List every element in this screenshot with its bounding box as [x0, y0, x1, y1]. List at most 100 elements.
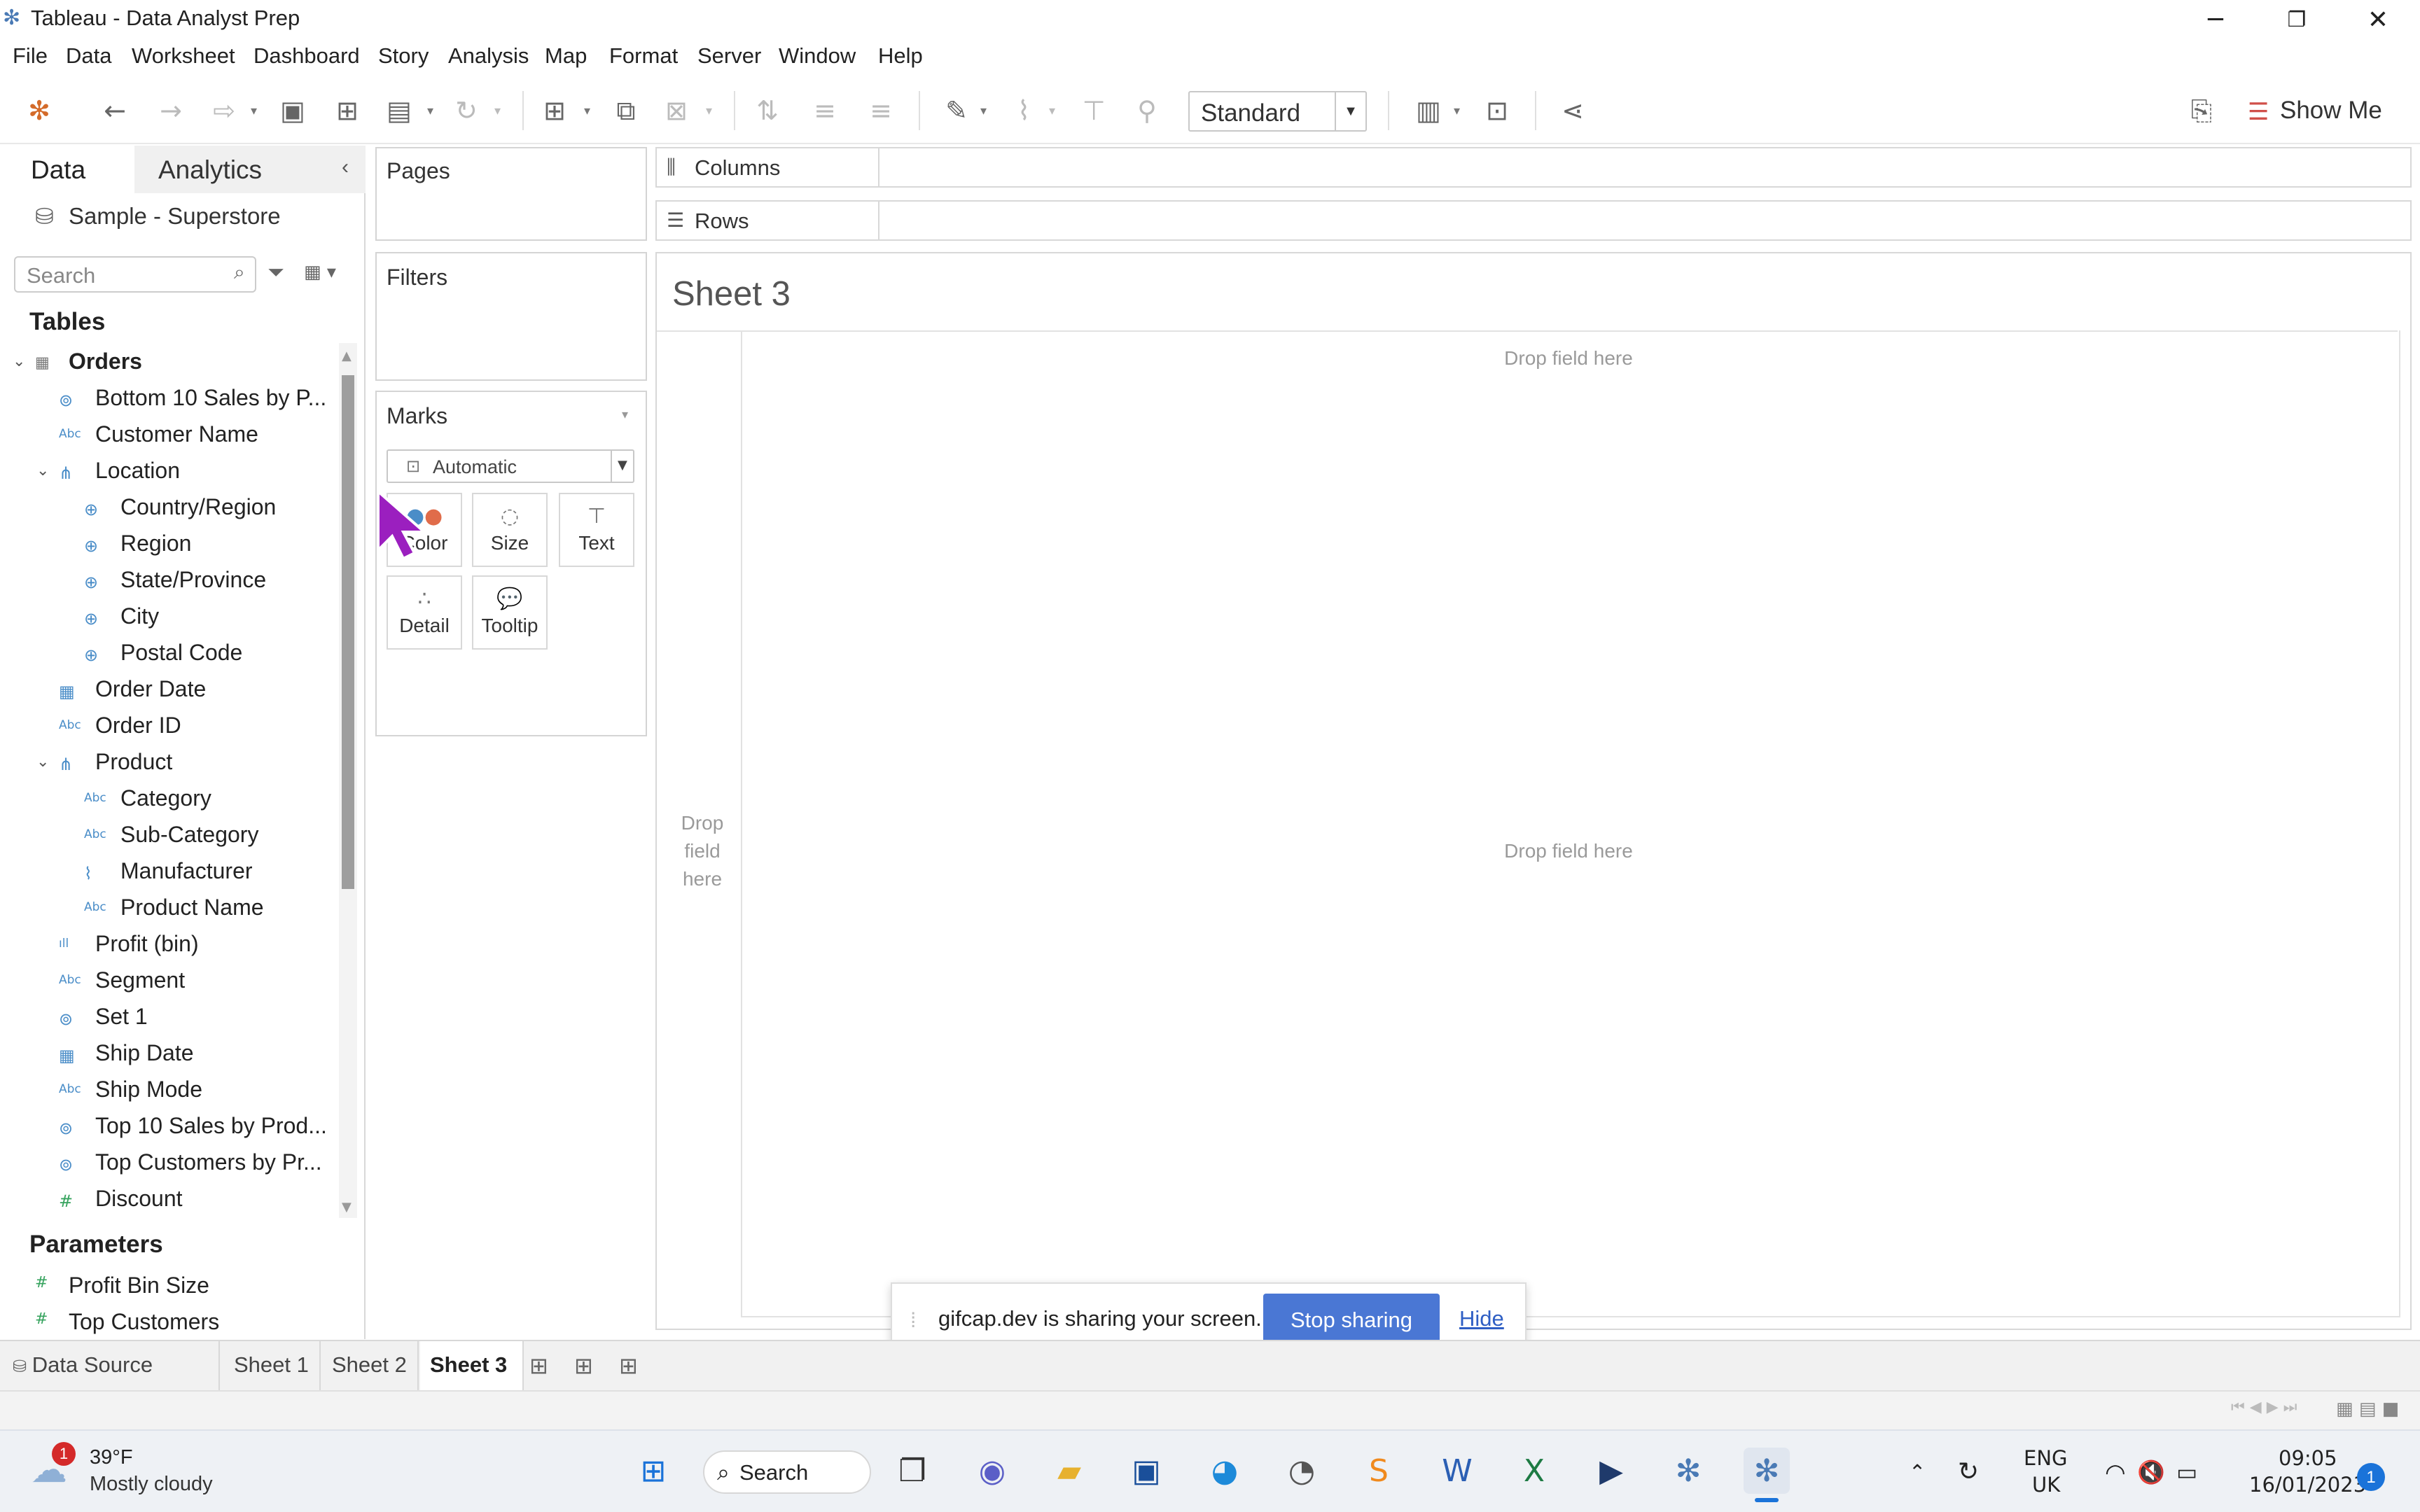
windows-start-icon[interactable]: ⊞ [630, 1448, 676, 1494]
text-button[interactable]: ⊤ Text [559, 493, 634, 567]
tableau-home-icon[interactable]: ✻ [21, 92, 57, 129]
scrollbar-thumb[interactable] [342, 375, 354, 889]
new-dashboard-icon[interactable]: ⊞ [574, 1352, 593, 1379]
show-hidden-icons-icon[interactable]: ⌃ [1909, 1460, 1926, 1484]
parameter-profit-bin-size[interactable]: Profit Bin Size [69, 1273, 209, 1298]
clear-sheet-icon[interactable]: ⊠ [658, 92, 695, 129]
new-datasource-icon[interactable]: ⊞ [329, 92, 366, 129]
redo-icon[interactable]: → [153, 92, 189, 129]
group-dropdown-icon[interactable]: ▾ [1049, 104, 1055, 118]
mark-type-select[interactable]: ⊡ Automatic ▼ [387, 449, 634, 483]
field-item[interactable]: Set 1 [95, 1004, 148, 1030]
microsoft-store-icon[interactable]: ▣ [1123, 1448, 1169, 1494]
format-workbook-icon[interactable]: ⎘ [2183, 92, 2220, 129]
refresh-icon[interactable]: ↻ [448, 92, 485, 129]
menu-file[interactable]: File [13, 43, 48, 69]
field-item[interactable]: Postal Code [120, 640, 242, 666]
duplicate-sheet-icon[interactable]: ⧉ [608, 92, 644, 129]
fit-select[interactable]: Standard ▼ [1188, 91, 1367, 132]
menu-analysis[interactable]: Analysis [448, 43, 529, 69]
minimize-button[interactable]: ─ [2175, 0, 2256, 39]
menu-story[interactable]: Story [378, 43, 429, 69]
tooltip-button[interactable]: 💬 Tooltip [472, 575, 548, 650]
field-item[interactable]: Region [120, 531, 191, 556]
sheet-sorter-icon[interactable]: ▦ ▤ ■ [2336, 1399, 2399, 1420]
field-item[interactable]: State/Province [120, 567, 266, 593]
field-item[interactable]: City [120, 603, 159, 629]
performance-icon[interactable]: ◔ [1279, 1448, 1325, 1494]
columns-shelf[interactable]: ⫼ Columns [655, 147, 2412, 188]
rows-shelf[interactable]: ☰ Rows [655, 200, 2412, 241]
excel-icon[interactable]: X [1511, 1448, 1557, 1494]
filters-card[interactable]: Filters [375, 252, 647, 381]
field-item[interactable]: Segment [95, 967, 185, 993]
marks-menu-icon[interactable]: ▾ [622, 407, 628, 422]
field-item[interactable]: Bottom 10 Sales by P... [95, 385, 326, 411]
edge-icon[interactable]: ◕ [1202, 1448, 1248, 1494]
menu-dashboard[interactable]: Dashboard [253, 43, 360, 69]
sublime-icon[interactable]: S [1356, 1448, 1402, 1494]
swap-rows-columns-icon[interactable]: ⇅ [749, 92, 786, 129]
field-item[interactable]: Top Customers by Pr... [95, 1149, 322, 1175]
field-search-input[interactable]: Search [14, 256, 256, 293]
close-button[interactable]: ✕ [2337, 0, 2419, 39]
drop-zone-center[interactable]: Drop field here [1428, 840, 1709, 862]
notification-badge[interactable]: 1 [2357, 1463, 2385, 1491]
menu-map[interactable]: Map [545, 43, 587, 69]
undo-icon[interactable]: ← [97, 92, 133, 129]
word-icon[interactable]: W [1434, 1448, 1480, 1494]
weather-desc[interactable]: Mostly cloudy [90, 1473, 213, 1496]
drag-handle-icon[interactable]: ⁞ [910, 1309, 916, 1333]
weather-temp[interactable]: 39°F [90, 1446, 133, 1469]
field-item[interactable]: Top 10 Sales by Prod... [95, 1113, 327, 1139]
tab-analytics[interactable]: Analytics [134, 146, 366, 193]
hide-link[interactable]: Hide [1459, 1306, 1504, 1331]
pages-card[interactable]: Pages [375, 147, 647, 241]
taskbar-search[interactable]: ⌕ Search [703, 1450, 871, 1494]
view-area[interactable] [655, 252, 2412, 1330]
show-cards-dropdown-icon[interactable]: ▾ [1454, 104, 1460, 118]
sheet-title[interactable]: Sheet 3 [672, 274, 791, 314]
field-item[interactable]: Manufacturer [120, 858, 253, 884]
group-members-icon[interactable]: ⌇ [1006, 92, 1042, 129]
clock-date[interactable]: 16/01/2023 [2249, 1473, 2366, 1497]
field-item[interactable]: Product Name [120, 895, 264, 920]
drop-zone-columns[interactable]: Drop field here [1428, 347, 1709, 370]
sort-ascending-icon[interactable]: ≡ [807, 92, 843, 129]
scroll-down-icon[interactable]: ▼ [342, 1200, 352, 1214]
tab-sheet-2[interactable]: Sheet 2 [322, 1341, 419, 1390]
field-item[interactable]: Sub-Category [120, 822, 258, 848]
fix-axes-icon[interactable]: ⚲ [1129, 92, 1165, 129]
view-options-icon[interactable]: ▦ ▾ [304, 262, 336, 283]
pause-dropdown-icon[interactable]: ▾ [427, 104, 433, 118]
scroll-up-icon[interactable]: ▲ [342, 349, 352, 363]
sync-icon[interactable]: ↻ [1958, 1457, 1979, 1486]
size-button[interactable]: ◌ Size [472, 493, 548, 567]
table-orders[interactable]: Orders [69, 349, 142, 374]
detail-button[interactable]: ∴ Detail [387, 575, 462, 650]
teams-chat-icon[interactable]: ◉ [969, 1448, 1015, 1494]
tab-sheet-3[interactable]: Sheet 3 [420, 1341, 524, 1390]
field-item[interactable]: Customer Name [95, 421, 258, 447]
chevron-down-icon[interactable]: ⌄ [36, 753, 49, 771]
presentation-mode-icon[interactable]: ⊡ [1479, 92, 1515, 129]
chevron-down-icon[interactable]: ⌄ [13, 353, 25, 370]
replay-icon[interactable]: ⇨ [206, 92, 242, 129]
clock-time[interactable]: 09:05 [2279, 1446, 2337, 1470]
language[interactable]: ENG [2024, 1446, 2068, 1470]
new-worksheet-icon[interactable]: ⊞ [529, 1352, 548, 1379]
collapse-pane-icon[interactable]: ‹ [342, 155, 349, 179]
restore-button[interactable]: ❐ [2256, 0, 2337, 39]
tableau-desktop-icon[interactable]: ✻ [1744, 1448, 1790, 1494]
sort-descending-icon[interactable]: ≡ [863, 92, 899, 129]
volume-muted-icon[interactable]: 🔇 [2137, 1459, 2165, 1485]
parameter-top-customers[interactable]: Top Customers [69, 1309, 219, 1335]
chevron-down-icon[interactable]: ⌄ [36, 462, 49, 479]
powerautomate-icon[interactable]: ▶ [1588, 1448, 1634, 1494]
field-item[interactable]: Category [120, 785, 211, 811]
tab-data[interactable]: Data [0, 146, 134, 193]
battery-icon[interactable]: ▭ [2176, 1459, 2197, 1485]
menu-server[interactable]: Server [697, 43, 761, 69]
tab-sheet-1[interactable]: Sheet 1 [224, 1341, 321, 1390]
tableau-prep-icon[interactable]: ✻ [1665, 1448, 1711, 1494]
